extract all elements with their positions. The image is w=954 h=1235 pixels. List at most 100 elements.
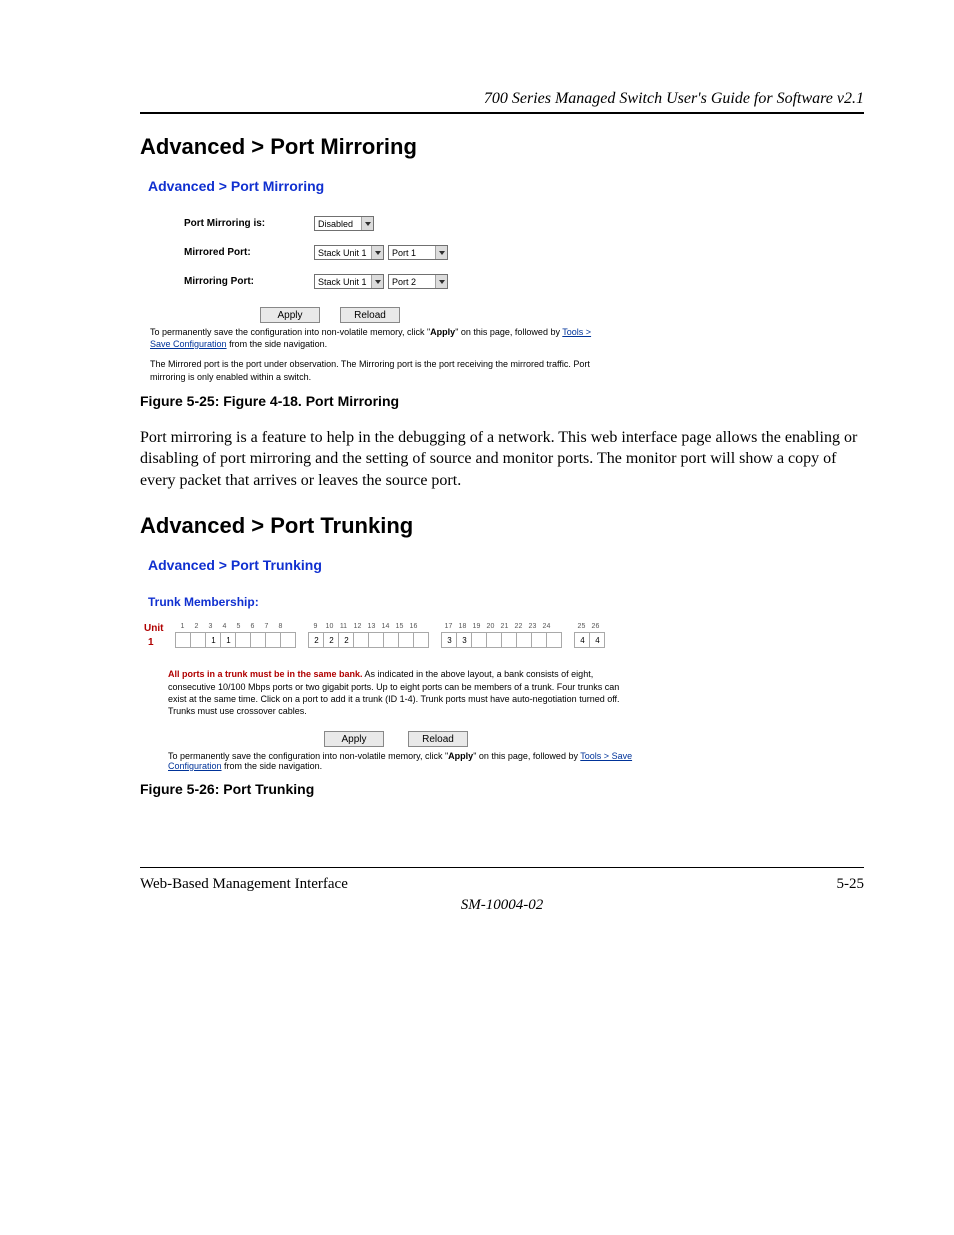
- mirroring-description: The Mirrored port is the port under obse…: [144, 350, 614, 382]
- row-mirroring-port: Mirroring Port: Stack Unit 1 Port 2: [144, 274, 614, 289]
- port-cell[interactable]: [265, 632, 281, 648]
- port-label: 25: [574, 623, 588, 630]
- port-trunking-screenshot: Advanced > Port Trunking Trunk Membershi…: [144, 557, 644, 771]
- port-cell[interactable]: [398, 632, 414, 648]
- port-label: 20: [483, 623, 497, 630]
- running-head: 700 Series Managed Switch User's Guide f…: [140, 90, 864, 108]
- unit-column: Unit 1: [144, 623, 163, 648]
- note-text: " on this page, followed by: [455, 327, 562, 337]
- port-label: 3: [203, 623, 217, 630]
- port-label: 24: [539, 623, 553, 630]
- trunking-note-lead: All ports in a trunk must be in the same…: [168, 669, 363, 679]
- port-label: 19: [469, 623, 483, 630]
- port-cell[interactable]: 3: [456, 632, 472, 648]
- section-heading-trunking: Advanced > Port Trunking: [140, 513, 864, 539]
- note-text: " on this page, followed by: [473, 751, 580, 761]
- port-label: 23: [525, 623, 539, 630]
- note-text: from the side navigation.: [227, 339, 328, 349]
- port-label: 8: [273, 623, 287, 630]
- trunking-action-row: Apply Reload: [144, 731, 644, 747]
- port-cell[interactable]: 1: [220, 632, 236, 648]
- port-cell[interactable]: 3: [441, 632, 457, 648]
- port-label: 12: [350, 623, 364, 630]
- body-paragraph-mirroring: Port mirroring is a feature to help in t…: [140, 427, 860, 492]
- port-label: 13: [364, 623, 378, 630]
- note-bold: Apply: [430, 327, 455, 337]
- port-cell[interactable]: [486, 632, 502, 648]
- port-label: 9: [308, 623, 322, 630]
- figure-caption-mirroring: Figure 5-25: Figure 4-18. Port Mirroring: [140, 393, 864, 409]
- port-cell[interactable]: 4: [574, 632, 590, 648]
- port-cell[interactable]: [516, 632, 532, 648]
- select-mirrored-port[interactable]: Port 1: [388, 245, 448, 260]
- port-cell[interactable]: [175, 632, 191, 648]
- port-cell[interactable]: [280, 632, 296, 648]
- page-footer: Web-Based Management Interface 5-25 SM-1…: [140, 867, 864, 914]
- select-value: Port 2: [392, 277, 416, 287]
- port-cell[interactable]: [413, 632, 429, 648]
- port-cell[interactable]: 4: [589, 632, 605, 648]
- port-cell[interactable]: 1: [205, 632, 221, 648]
- port-cell[interactable]: [235, 632, 251, 648]
- port-cell[interactable]: [531, 632, 547, 648]
- label-mirroring-port: Mirroring Port:: [144, 276, 314, 287]
- reload-button[interactable]: Reload: [340, 307, 400, 323]
- port-label: 18: [455, 623, 469, 630]
- port-cell[interactable]: [383, 632, 399, 648]
- section-heading-mirroring: Advanced > Port Mirroring: [140, 134, 864, 160]
- select-value: Stack Unit 1: [318, 248, 367, 258]
- note-text: To permanently save the configuration in…: [168, 751, 448, 761]
- select-mirroring-port[interactable]: Port 2: [388, 274, 448, 289]
- port-label: 7: [259, 623, 273, 630]
- figure-caption-trunking: Figure 5-26: Port Trunking: [140, 781, 864, 797]
- mirroring-panel-title: Advanced > Port Mirroring: [148, 178, 614, 194]
- select-value: Disabled: [318, 219, 353, 229]
- footer-left: Web-Based Management Interface: [140, 876, 348, 893]
- port-bank: 2526 44: [574, 623, 605, 648]
- select-mirroring-unit[interactable]: Stack Unit 1: [314, 274, 384, 289]
- mirroring-action-row: Apply Reload: [144, 307, 614, 323]
- port-cell[interactable]: [546, 632, 562, 648]
- unit-header: Unit: [144, 623, 163, 634]
- label-mirrored-port: Mirrored Port:: [144, 247, 314, 258]
- select-value: Port 1: [392, 248, 416, 258]
- port-cell[interactable]: 2: [308, 632, 324, 648]
- row-mirrored-port: Mirrored Port: Stack Unit 1 Port 1: [144, 245, 614, 260]
- port-label: 16: [406, 623, 420, 630]
- port-label: 4: [217, 623, 231, 630]
- port-label: 5: [231, 623, 245, 630]
- port-cell[interactable]: [353, 632, 369, 648]
- footer-rule: [140, 867, 864, 868]
- port-bank: 910111213141516222: [308, 623, 429, 648]
- select-mirrored-unit[interactable]: Stack Unit 1: [314, 245, 384, 260]
- port-label: 21: [497, 623, 511, 630]
- header-rule: [140, 112, 864, 114]
- document-id: SM-10004-02: [140, 897, 864, 914]
- select-mirroring-enabled[interactable]: Disabled: [314, 216, 374, 231]
- port-label: 2: [189, 623, 203, 630]
- port-mirroring-screenshot: Advanced > Port Mirroring Port Mirroring…: [144, 178, 614, 383]
- port-label: 6: [245, 623, 259, 630]
- footer-page-number: 5-25: [837, 876, 865, 893]
- port-cell[interactable]: [190, 632, 206, 648]
- reload-button[interactable]: Reload: [408, 731, 468, 747]
- port-label: 26: [588, 623, 602, 630]
- port-bank: 171819202122232433: [441, 623, 562, 648]
- port-cell[interactable]: [368, 632, 384, 648]
- row-mirroring-enabled: Port Mirroring is: Disabled: [144, 216, 614, 231]
- trunking-panel-title: Advanced > Port Trunking: [148, 557, 644, 573]
- apply-button[interactable]: Apply: [324, 731, 384, 747]
- note-bold: Apply: [448, 751, 473, 761]
- port-cell[interactable]: 2: [338, 632, 354, 648]
- chevron-down-icon: [435, 275, 447, 288]
- port-cell[interactable]: [250, 632, 266, 648]
- port-label: 14: [378, 623, 392, 630]
- note-text: from the side navigation.: [222, 761, 323, 771]
- port-cell[interactable]: [471, 632, 487, 648]
- port-cell[interactable]: 2: [323, 632, 339, 648]
- port-label: 22: [511, 623, 525, 630]
- port-label: 1: [175, 623, 189, 630]
- apply-button[interactable]: Apply: [260, 307, 320, 323]
- port-bank: 1234567811: [175, 623, 296, 648]
- port-cell[interactable]: [501, 632, 517, 648]
